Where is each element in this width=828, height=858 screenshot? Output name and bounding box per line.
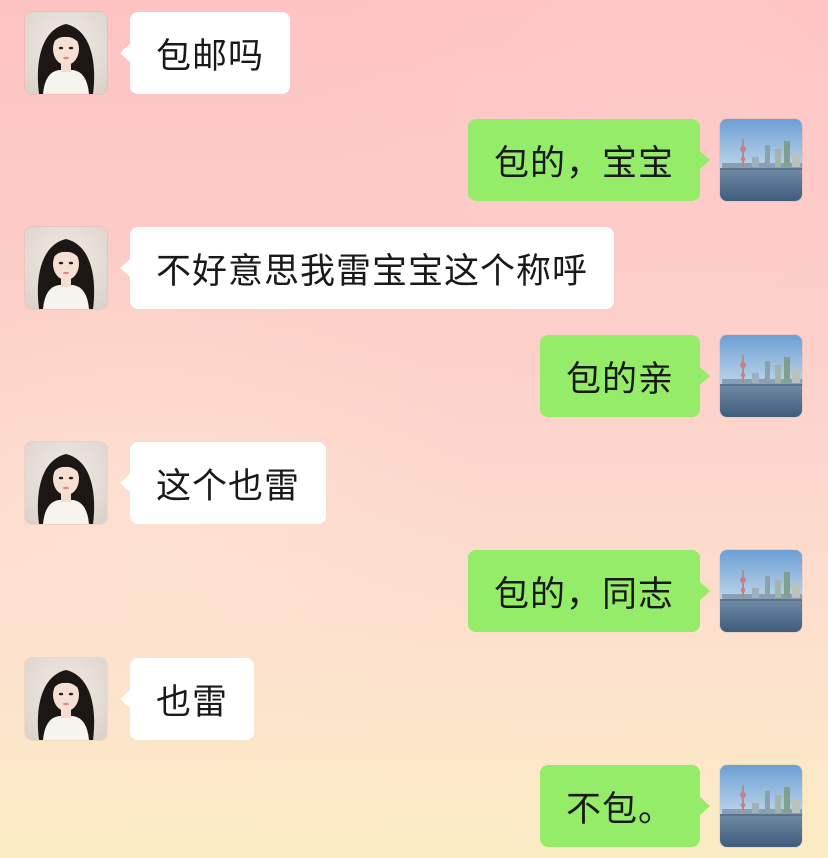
incoming-message-bubble[interactable]: 包邮吗 bbox=[119, 12, 291, 94]
outgoing-message-bubble[interactable]: 不包。 bbox=[539, 765, 711, 847]
contact-avatar[interactable] bbox=[25, 658, 107, 740]
outgoing-message-bubble[interactable]: 包的，宝宝 bbox=[467, 119, 711, 201]
incoming-message-bubble[interactable]: 这个也雷 bbox=[119, 442, 327, 524]
outgoing-message-bubble[interactable]: 包的，同志 bbox=[467, 550, 711, 632]
my-avatar[interactable] bbox=[720, 119, 802, 201]
message-row: 也雷 bbox=[0, 656, 828, 742]
message-row: 包的，同志 bbox=[0, 548, 828, 634]
message-row: 这个也雷 bbox=[0, 440, 828, 526]
contact-avatar[interactable] bbox=[25, 442, 107, 524]
message-row: 包邮吗 bbox=[0, 10, 828, 96]
outgoing-message-bubble[interactable]: 包的亲 bbox=[539, 335, 711, 417]
message-row: 包的，宝宝 bbox=[0, 117, 828, 203]
my-avatar[interactable] bbox=[720, 765, 802, 847]
message-row: 包的亲 bbox=[0, 333, 828, 419]
my-avatar[interactable] bbox=[720, 335, 802, 417]
my-avatar[interactable] bbox=[720, 550, 802, 632]
contact-avatar[interactable] bbox=[25, 227, 107, 309]
incoming-message-bubble[interactable]: 不好意思我雷宝宝这个称呼 bbox=[119, 227, 615, 309]
message-row: 不好意思我雷宝宝这个称呼 bbox=[0, 225, 828, 311]
incoming-message-bubble[interactable]: 也雷 bbox=[119, 658, 255, 740]
contact-avatar[interactable] bbox=[25, 12, 107, 94]
message-row: 不包。 bbox=[0, 763, 828, 849]
